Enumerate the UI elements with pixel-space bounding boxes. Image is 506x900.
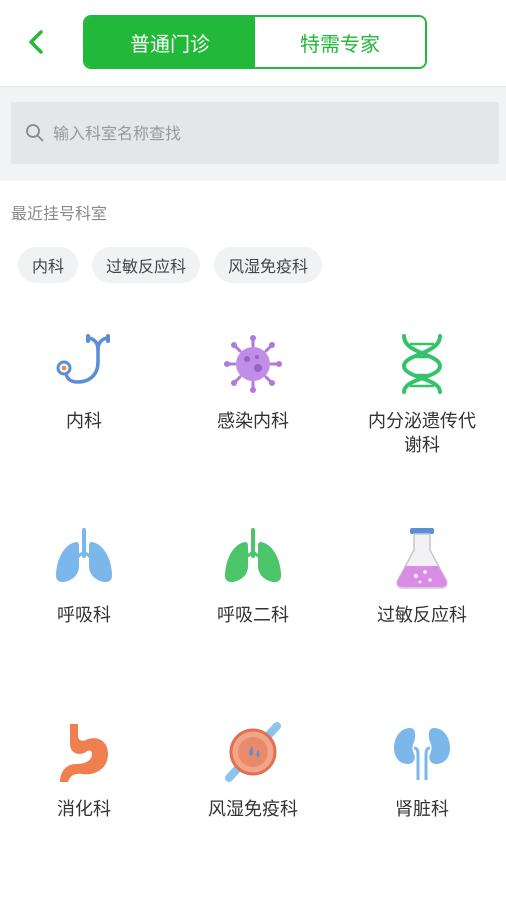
lungs-blue-icon [56, 528, 112, 583]
department-nephrology[interactable]: 肾脏科 [338, 720, 506, 822]
department-label: 呼吸科 [57, 605, 111, 626]
header: 普通门诊 特需专家 [0, 0, 506, 87]
stomach-icon [60, 724, 108, 782]
department-allergy[interactable]: 过敏反应科 [338, 526, 506, 628]
virus-icon [224, 335, 282, 393]
search-icon [26, 124, 44, 142]
department-gastroenterology[interactable]: 消化科 [0, 720, 168, 822]
department-label: 过敏反应科 [377, 605, 467, 626]
department-rheumatology[interactable]: 风湿免疫科 [169, 720, 337, 822]
lungs-green-icon [225, 528, 281, 583]
chevron-left-icon [29, 30, 43, 54]
department-label: 内科 [66, 411, 102, 432]
department-label: 感染内科 [217, 411, 289, 432]
search-input[interactable] [51, 122, 475, 144]
department-label: 风湿免疫科 [208, 799, 298, 820]
back-button[interactable] [20, 26, 52, 58]
department-respiratory-2[interactable]: 呼吸二科 [169, 526, 337, 628]
department-endocrinology-genetics[interactable]: 内分泌遗传代谢科 [338, 332, 506, 458]
department-infectious-disease[interactable]: 感染内科 [169, 332, 337, 434]
recent-chip-rheumatology[interactable]: 风湿免疫科 [214, 247, 323, 283]
tab-special-experts[interactable]: 特需专家 [255, 17, 425, 67]
search-section [0, 87, 506, 181]
tab-general-clinic[interactable]: 普通门诊 [85, 17, 255, 67]
dna-icon [401, 334, 443, 394]
recent-departments-chips: 内科 过敏反应科 风湿免疫科 [18, 247, 323, 283]
department-label: 内分泌遗传代谢科 [368, 411, 476, 456]
recent-chip-allergy[interactable]: 过敏反应科 [92, 247, 201, 283]
department-label: 呼吸二科 [217, 605, 289, 626]
kidney-icon [394, 728, 450, 780]
search-bar[interactable] [11, 102, 499, 164]
joint-icon [225, 722, 281, 782]
recent-chip-internal-medicine[interactable]: 内科 [18, 247, 79, 283]
department-label: 肾脏科 [395, 799, 449, 820]
department-internal-medicine[interactable]: 内科 [0, 332, 168, 434]
clinic-type-segmented-control: 普通门诊 特需专家 [83, 15, 427, 69]
department-respiratory[interactable]: 呼吸科 [0, 526, 168, 628]
recent-departments-title: 最近挂号科室 [11, 204, 108, 223]
department-label: 消化科 [57, 799, 111, 820]
stethoscope-icon [56, 334, 110, 384]
flask-icon [396, 528, 448, 589]
